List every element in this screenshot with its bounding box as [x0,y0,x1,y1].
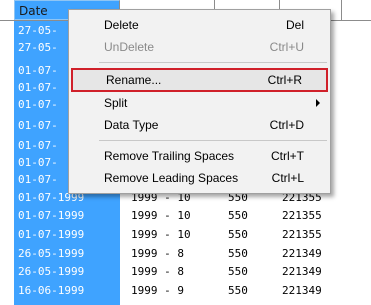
number-cell[interactable]: 550 [228,246,248,261]
date-cell[interactable]: 26-05-1999 [18,246,84,261]
number-cell[interactable]: 550 [228,264,248,279]
menu-item-shortcut: Del [285,18,304,32]
period-cell[interactable]: 1999 - 8 [131,246,184,261]
date-cell[interactable]: 01-07- [18,80,58,95]
id-cell[interactable]: 221349 [282,283,322,298]
menu-item-label: Rename... [106,73,162,87]
date-cell[interactable]: 01-07-1999 [18,208,84,223]
menu-item-label: Remove Leading Spaces [104,171,239,185]
number-cell[interactable]: 550 [228,283,248,298]
date-cell[interactable]: 27-05- [18,23,58,38]
date-cell[interactable]: 01-07- [18,155,58,170]
id-cell[interactable]: 221355 [282,208,322,223]
menu-separator [99,140,327,141]
date-cell[interactable]: 01-07- [18,63,58,78]
menu-item-label: Delete [104,18,139,32]
table-row[interactable]: 26-05-1999 1999 - 8 550 221349 [0,246,371,261]
date-cell[interactable]: 01-07- [18,118,58,133]
id-cell[interactable]: 221355 [282,227,322,242]
submenu-arrow-icon [316,99,320,107]
table-row[interactable]: 01-07-1999 1999 - 10 550 221355 [0,208,371,223]
menu-item-shortcut: Ctrl+T [271,149,304,163]
menu-item-remove-trailing-spaces[interactable]: Remove Trailing Spaces Ctrl+T [69,146,330,166]
context-menu: Delete Del UnDelete Ctrl+U Rename... Ctr… [68,9,331,194]
number-cell[interactable]: 550 [228,208,248,223]
menu-item-shortcut: Ctrl+R [267,73,302,87]
menu-item-rename[interactable]: Rename... Ctrl+R [71,68,328,92]
menu-item-undelete[interactable]: UnDelete Ctrl+U [69,37,330,57]
date-cell[interactable]: 01-07-1999 [18,227,84,242]
date-cell[interactable]: 16-06-1999 [18,283,84,298]
date-cell[interactable]: 01-07- [18,97,58,112]
menu-separator [99,62,327,63]
menu-item-shortcut: Ctrl+L [271,171,304,185]
period-cell[interactable]: 1999 - 8 [131,264,184,279]
period-cell[interactable]: 1999 - 10 [131,227,191,242]
date-cell[interactable]: 01-07- [18,172,58,187]
number-cell[interactable]: 550 [228,227,248,242]
id-cell[interactable]: 221349 [282,246,322,261]
date-cell[interactable]: 27-05- [18,40,58,55]
menu-item-label: Split [104,96,128,110]
menu-item-delete[interactable]: Delete Del [69,15,330,35]
menu-item-data-type[interactable]: Data Type Ctrl+D [69,115,330,135]
period-cell[interactable]: 1999 - 9 [131,283,184,298]
menu-item-label: Data Type [104,118,159,132]
date-cell[interactable]: 26-05-1999 [18,264,84,279]
table-row[interactable]: 01-07-1999 1999 - 10 550 221355 [0,227,371,242]
date-cell[interactable]: 01-07- [18,138,58,153]
menu-item-shortcut: Ctrl+D [269,118,304,132]
menu-item-label: UnDelete [104,40,155,54]
id-cell[interactable]: 221349 [282,264,322,279]
table-row[interactable]: 16-06-1999 1999 - 9 550 221349 [0,283,371,298]
menu-item-split[interactable]: Split [69,93,330,113]
period-cell[interactable]: 1999 - 10 [131,208,191,223]
menu-item-remove-leading-spaces[interactable]: Remove Leading Spaces Ctrl+L [69,168,330,188]
menu-item-label: Remove Trailing Spaces [104,149,235,163]
menu-item-shortcut: Ctrl+U [269,40,304,54]
table-row[interactable]: 26-05-1999 1999 - 8 550 221349 [0,264,371,279]
